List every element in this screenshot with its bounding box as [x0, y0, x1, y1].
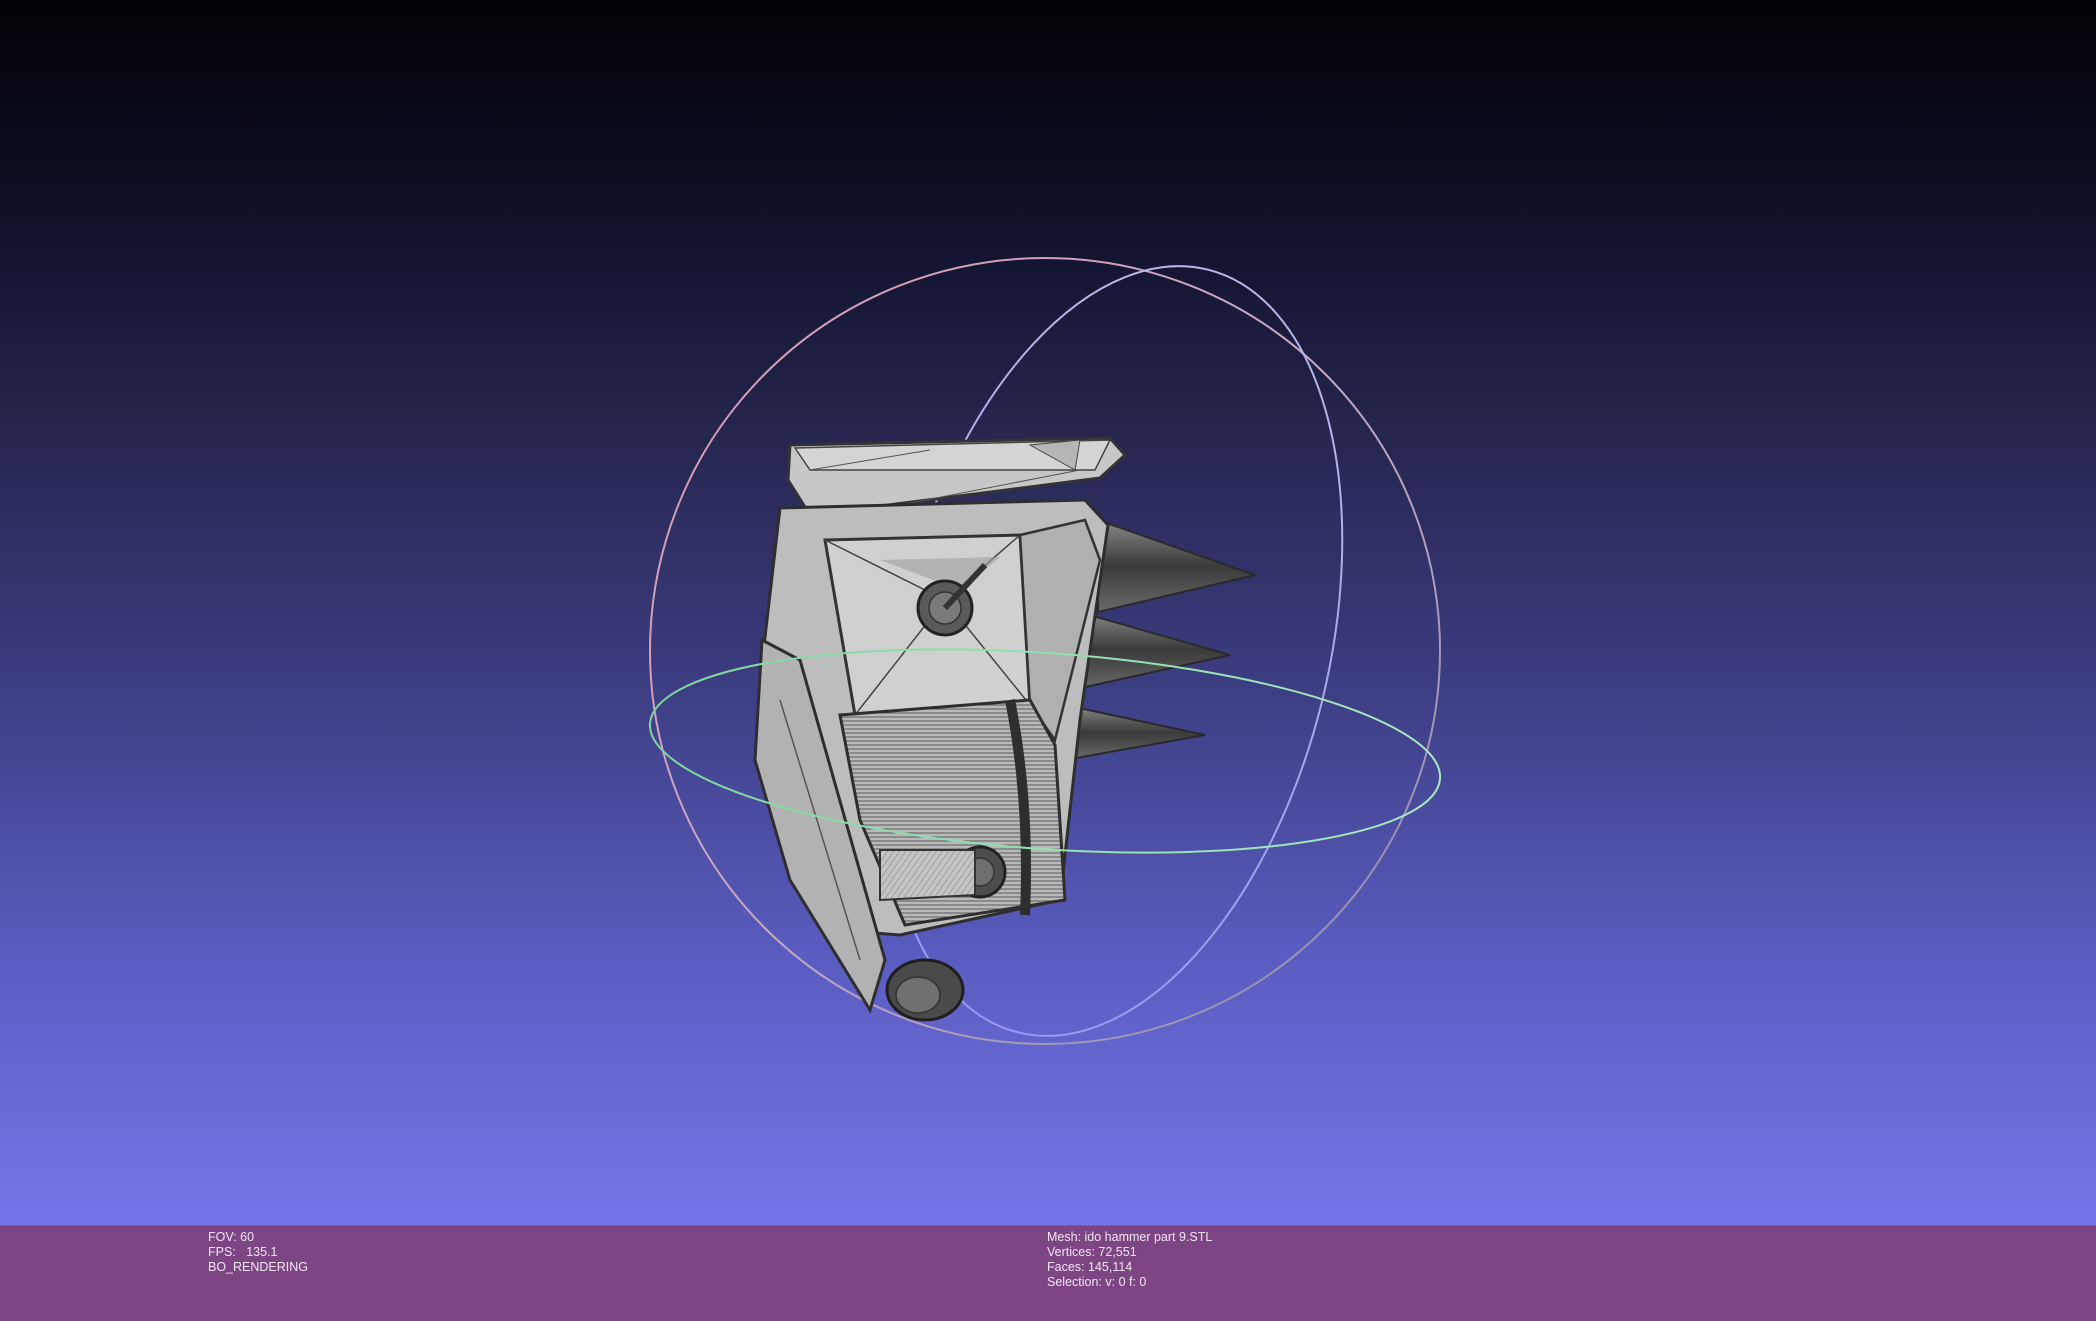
render-info: FOV: 60 FPS: 135.1 BO_RENDERING: [208, 1230, 308, 1275]
mesh-name-readout: Mesh: ido hammer part 9.STL: [1047, 1230, 1213, 1244]
fov-readout: FOV: 60: [208, 1230, 255, 1244]
mesh-model[interactable]: [753, 436, 1259, 1022]
mesh-info: Mesh: ido hammer part 9.STL Vertices: 72…: [1047, 1230, 1212, 1290]
faces-readout: Faces: 145,114: [1047, 1260, 1133, 1274]
mesh-scene[interactable]: [0, 0, 2096, 1225]
vertices-readout: Vertices: 72,551: [1047, 1245, 1137, 1259]
info-bar: FOV: 60 FPS: 135.1 BO_RENDERING Mesh: id…: [0, 1225, 2096, 1321]
3d-viewport[interactable]: [0, 0, 2096, 1225]
fps-readout: FPS: 135.1: [208, 1245, 278, 1259]
selection-readout: Selection: v: 0 f: 0: [1047, 1275, 1147, 1289]
render-mode-readout: BO_RENDERING: [208, 1260, 309, 1274]
